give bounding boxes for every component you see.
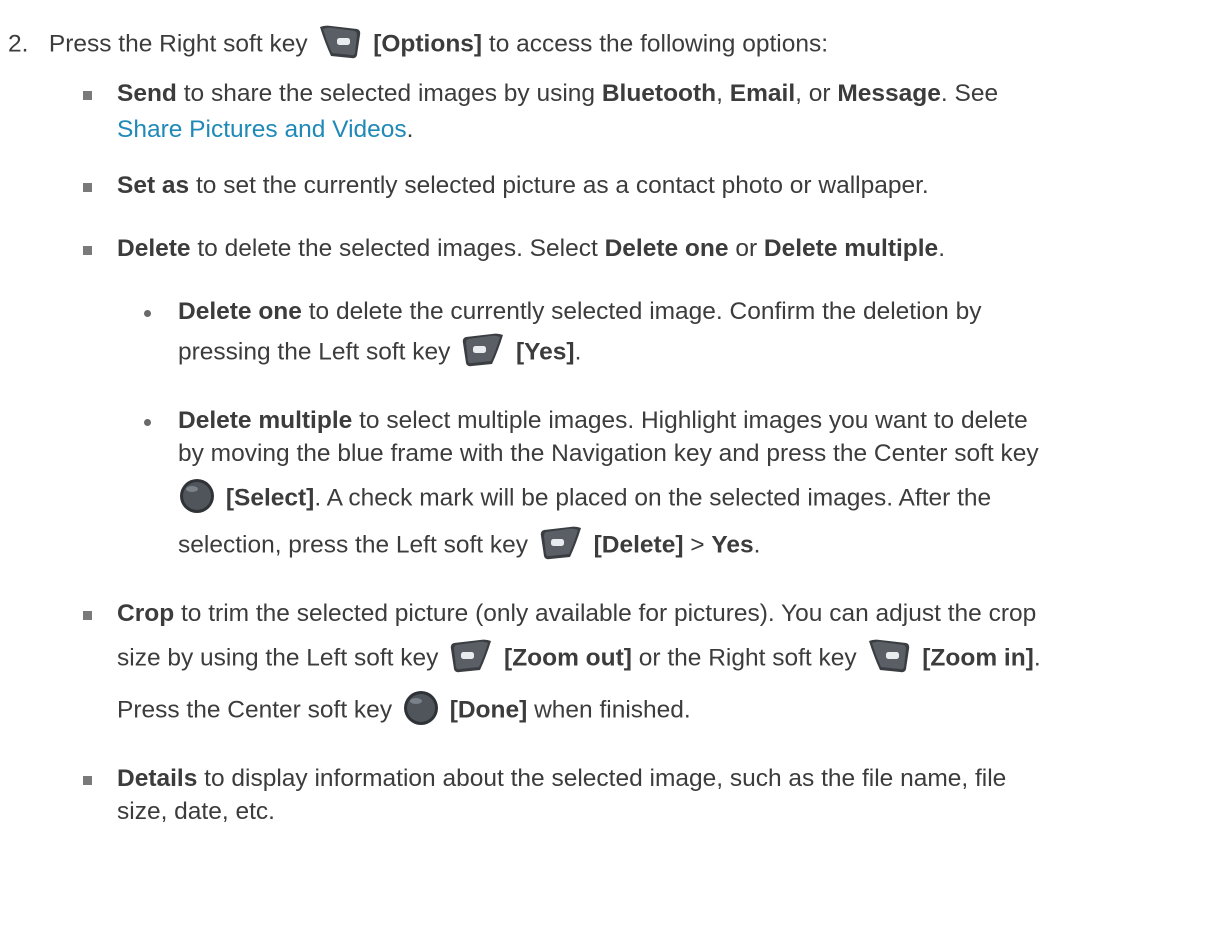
bullet-dot bbox=[144, 310, 151, 317]
bullet-square bbox=[83, 246, 92, 255]
bullet-square bbox=[83, 183, 92, 192]
sub-option-delete-multiple: Delete multiple to select multiple image… bbox=[178, 407, 1028, 434]
sub-option-delete-multiple-line4: selection, press the Left soft key [Dele… bbox=[178, 524, 760, 565]
left-soft-key-icon bbox=[448, 637, 494, 675]
left-soft-key-icon bbox=[460, 331, 506, 369]
option-send-line2: Share Pictures and Videos. bbox=[117, 116, 414, 143]
option-details-line2: size, date, etc. bbox=[117, 798, 275, 825]
center-soft-key-icon bbox=[402, 689, 440, 727]
option-crop-line2: size by using the Left soft key [Zoom ou… bbox=[117, 637, 1041, 678]
bullet-dot bbox=[144, 419, 151, 426]
sub-option-delete-one: Delete one to delete the currently selec… bbox=[178, 298, 982, 325]
share-pictures-link[interactable]: Share Pictures and Videos bbox=[117, 116, 407, 143]
sub-option-delete-multiple-line2: by moving the blue frame with the Naviga… bbox=[178, 440, 1039, 467]
bullet-square bbox=[83, 776, 92, 785]
option-crop: Crop to trim the selected picture (only … bbox=[117, 600, 1037, 627]
step-number: 2. bbox=[8, 30, 29, 58]
option-set-as: Set as to set the currently selected pic… bbox=[117, 172, 929, 199]
center-soft-key-icon bbox=[178, 477, 216, 515]
option-crop-line3: Press the Center soft key [Done] when fi… bbox=[117, 689, 691, 730]
option-details: Details to display information about the… bbox=[117, 765, 1007, 792]
sub-option-delete-multiple-line3: [Select]. A check mark will be placed on… bbox=[178, 477, 991, 518]
option-delete: Delete to delete the selected images. Se… bbox=[117, 235, 945, 262]
left-soft-key-icon bbox=[538, 524, 584, 562]
right-soft-key-icon bbox=[317, 23, 363, 61]
sub-option-delete-one-line2: pressing the Left soft key [Yes]. bbox=[178, 331, 581, 372]
bullet-square bbox=[83, 611, 92, 620]
step-line: 2. Press the Right soft key [Options] to… bbox=[8, 23, 828, 64]
right-soft-key-icon bbox=[866, 637, 912, 675]
bullet-square bbox=[83, 91, 92, 100]
option-send: Send to share the selected images by usi… bbox=[117, 80, 999, 107]
